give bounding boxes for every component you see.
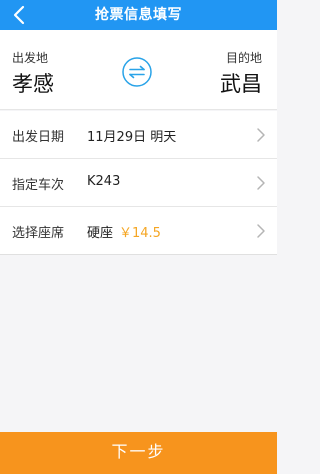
from-label: 出发地 — [12, 51, 49, 65]
ticket-form-screen: 抢票信息填写 出发地 孝感 目的地 武昌 出发日期 11月29日 明天 指定车次 — [0, 0, 277, 474]
next-step-button[interactable]: 下一步 — [0, 432, 277, 474]
from-city[interactable]: 孝感 — [12, 68, 54, 98]
page-title: 抢票信息填写 — [95, 7, 182, 23]
header-bar: 抢票信息填写 — [0, 0, 277, 30]
seat-row[interactable]: 选择座席 硬座 ￥14.5 — [0, 207, 277, 255]
chevron-right-icon — [257, 176, 265, 190]
swap-icon — [122, 57, 152, 87]
route-card: 出发地 孝感 目的地 武昌 — [0, 30, 277, 110]
train-row[interactable]: 指定车次 K243 — [0, 159, 277, 207]
chevron-right-icon — [257, 128, 265, 142]
date-row[interactable]: 出发日期 11月29日 明天 — [0, 111, 277, 159]
train-value: K243 — [87, 174, 121, 189]
to-label: 目的地 — [225, 51, 262, 65]
to-city[interactable]: 武昌 — [220, 68, 262, 98]
seat-label: 选择座席 — [12, 226, 65, 241]
seat-price: ￥14.5 — [119, 226, 161, 241]
date-label: 出发日期 — [12, 130, 65, 145]
chevron-right-icon — [257, 224, 265, 238]
date-value: 11月29日 明天 — [87, 130, 177, 145]
train-label: 指定车次 — [12, 178, 65, 193]
seat-value: 硬座 — [87, 226, 114, 241]
swap-button[interactable] — [121, 56, 153, 88]
form-rows: 出发日期 11月29日 明天 指定车次 K243 选择座席 硬座 ￥14.5 — [0, 111, 277, 255]
